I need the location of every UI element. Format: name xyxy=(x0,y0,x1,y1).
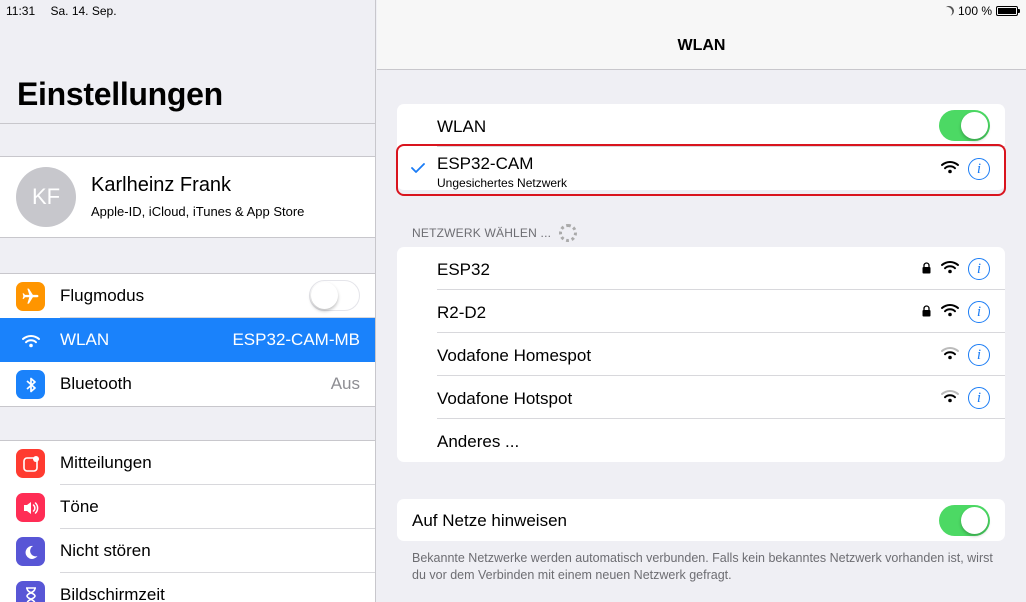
info-icon[interactable]: i xyxy=(968,344,990,366)
lock-icon xyxy=(922,262,931,274)
connected-network-name: ESP32-CAM xyxy=(437,154,534,173)
network-name: R2-D2 xyxy=(437,303,487,322)
section-header: NETZWERK WÄHLEN ... xyxy=(412,224,578,242)
page-title: WLAN xyxy=(677,37,726,54)
wlan-toggle-row: WLAN xyxy=(397,104,1005,147)
do-not-disturb-icon xyxy=(942,4,956,18)
battery-percent: 100 % xyxy=(957,4,992,18)
sidebar-item-value: ESP32-CAM-MB xyxy=(232,330,360,349)
sidebar-item-label: Mitteilungen xyxy=(60,453,152,472)
ask-to-join-toggle[interactable] xyxy=(939,505,990,536)
network-list: ESP32 i R2-D2 i Vodafone Homespot i Voda… xyxy=(397,247,1005,462)
network-name: Vodafone Hotspot xyxy=(437,389,573,408)
bluetooth-icon xyxy=(16,370,45,399)
wifi-signal-icon xyxy=(941,261,959,274)
network-row-vodafone-homespot[interactable]: Vodafone Homespot i xyxy=(397,333,1005,376)
sidebar-item-label: Bluetooth xyxy=(60,374,132,393)
checkmark-icon xyxy=(411,163,425,173)
notifications-icon xyxy=(16,449,45,478)
status-bar: 11:31 Sa. 14. Sep. 100 % xyxy=(0,0,1026,20)
wlan-label: WLAN xyxy=(437,117,487,136)
sidebar-item-label: WLAN xyxy=(60,330,110,349)
avatar: KF xyxy=(16,167,76,227)
network-row-other[interactable]: Anderes ... xyxy=(397,419,1005,462)
network-row-r2-d2[interactable]: R2-D2 i xyxy=(397,290,1005,333)
ask-to-join-card: Auf Netze hinweisen xyxy=(397,499,1005,541)
sound-icon xyxy=(16,493,45,522)
airplane-icon xyxy=(16,282,45,311)
profile-subtitle: Apple-ID, iCloud, iTunes & App Store xyxy=(91,204,305,219)
profile-row[interactable]: KF Karlheinz Frank Apple-ID, iCloud, iTu… xyxy=(0,156,375,238)
network-row-esp32[interactable]: ESP32 i xyxy=(397,247,1005,290)
settings-group-connectivity: Flugmodus WLAN ESP32-CAM-MB Bluetooth Au… xyxy=(0,273,375,407)
wlan-detail-pane: WLAN WLAN ESP32-CAM Ungesichertes Netzwe… xyxy=(377,0,1026,602)
sidebar-item-label: Töne xyxy=(60,497,99,516)
sidebar-item-flugmodus[interactable]: Flugmodus xyxy=(0,274,375,318)
other-network-label: Anderes ... xyxy=(437,432,520,451)
wlan-card: WLAN ESP32-CAM Ungesichertes Netzwerk i xyxy=(397,104,1005,190)
wifi-signal-icon xyxy=(941,304,959,317)
sidebar-item-bildschirmzeit[interactable]: Bildschirmzeit xyxy=(0,573,375,602)
info-icon[interactable]: i xyxy=(968,158,990,180)
sidebar-item-label: Flugmodus xyxy=(60,286,145,305)
network-name: ESP32 xyxy=(437,260,490,279)
info-icon[interactable]: i xyxy=(968,387,990,409)
sidebar-item-bluetooth[interactable]: Bluetooth Aus xyxy=(0,362,375,406)
sidebar-title: Einstellungen xyxy=(17,76,223,112)
wifi-icon xyxy=(16,326,45,355)
sidebar-item-label: Nicht stören xyxy=(60,541,151,560)
settings-sidebar: Einstellungen KF Karlheinz Frank Apple-I… xyxy=(0,0,376,602)
hourglass-icon xyxy=(16,581,45,602)
lock-icon xyxy=(922,305,931,317)
connected-network-row[interactable]: ESP32-CAM Ungesichertes Netzwerk i xyxy=(397,147,1005,190)
sidebar-item-value: Aus xyxy=(330,374,360,393)
info-icon[interactable]: i xyxy=(968,301,990,323)
wlan-toggle[interactable] xyxy=(939,110,990,141)
wifi-signal-icon xyxy=(941,347,959,360)
sidebar-item-toene[interactable]: Töne xyxy=(0,485,375,529)
ask-to-join-label: Auf Netze hinweisen xyxy=(412,511,567,530)
choose-network-header: NETZWERK WÄHLEN ... xyxy=(412,226,552,240)
airplane-mode-toggle[interactable] xyxy=(309,280,360,311)
status-date: Sa. 14. Sep. xyxy=(50,4,117,18)
moon-icon xyxy=(16,537,45,566)
loading-spinner-icon xyxy=(559,224,578,242)
sidebar-item-wlan[interactable]: WLAN ESP32-CAM-MB xyxy=(0,318,375,362)
sidebar-item-label: Bildschirmzeit xyxy=(60,585,165,602)
status-time: 11:31 xyxy=(6,4,36,18)
wifi-signal-icon xyxy=(941,161,959,174)
sidebar-item-nicht-stoeren[interactable]: Nicht stören xyxy=(0,529,375,573)
sidebar-item-mitteilungen[interactable]: Mitteilungen xyxy=(0,441,375,485)
network-row-vodafone-hotspot[interactable]: Vodafone Hotspot i xyxy=(397,376,1005,419)
connected-network-subtitle: Ungesichertes Netzwerk xyxy=(437,176,568,190)
settings-group-notifications: Mitteilungen Töne Nicht stören Bildschir… xyxy=(0,440,375,602)
footer-note: Bekannte Netzwerke werden automatisch ve… xyxy=(412,551,993,582)
profile-name: Karlheinz Frank xyxy=(91,174,232,196)
network-name: Vodafone Homespot xyxy=(437,346,592,365)
wifi-signal-icon xyxy=(941,390,959,403)
info-icon[interactable]: i xyxy=(968,258,990,280)
battery-icon xyxy=(996,6,1020,16)
